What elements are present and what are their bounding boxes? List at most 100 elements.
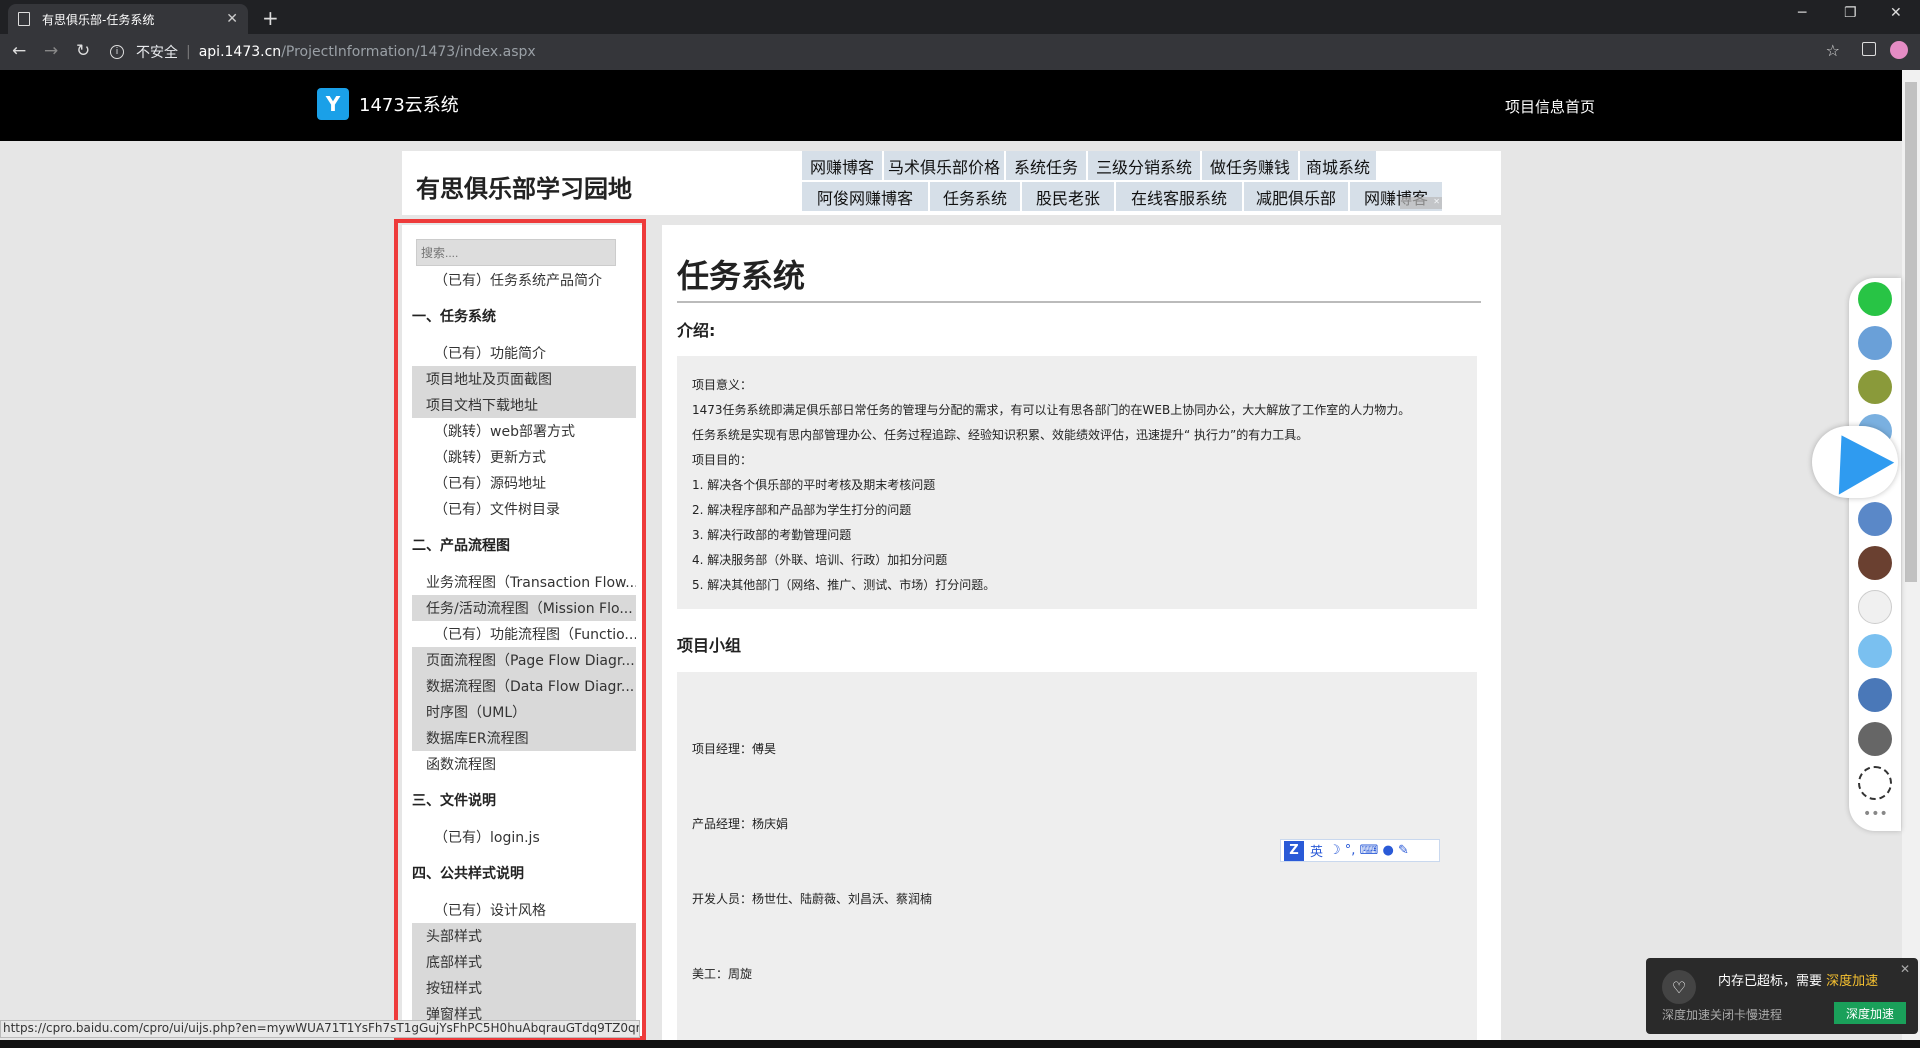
intro-line: 1473任务系统即满足俱乐部日常任务的管理与分配的需求，有可以让有思各部门的在W… (692, 403, 1411, 417)
ad-link[interactable]: 股民老张 (1022, 182, 1114, 211)
intro-line: 任务系统是实现有思内部管理办公、任务过程追踪、经验知识积累、效能绩效评估，迅速提… (692, 428, 1309, 442)
document-icon (18, 12, 30, 26)
maximize-button[interactable]: ❐ (1844, 5, 1857, 21)
team-heading: 项目小组 (677, 636, 742, 655)
sidebar-section-heading[interactable]: 一、任务系统 (412, 303, 636, 329)
sidebar-item[interactable]: （跳转）web部署方式 (412, 418, 636, 444)
url-path: /ProjectInformation/1473/index.aspx (281, 44, 536, 60)
sidebar-item[interactable]: 业务流程图（Transaction Flow... (412, 569, 636, 595)
search-input[interactable] (416, 239, 616, 266)
ime-logo-icon[interactable]: Z (1284, 840, 1304, 861)
sidebar-item[interactable]: 函数流程图 (412, 751, 636, 777)
shield-icon: ♡ (1662, 970, 1696, 1004)
memory-notification: ♡ 内存已超标，需要 深度加速 深度加速关闭卡慢进程 深度加速 ✕ (1646, 958, 1918, 1034)
sidebar-item[interactable]: 时序图（UML） (412, 699, 636, 725)
loading-icon (1858, 766, 1892, 800)
team-line: 产品经理：杨庆娟 (692, 817, 789, 831)
sidebar-item[interactable]: 项目文档下载地址 (412, 392, 636, 418)
address-bar[interactable]: i 不安全 | api.1473.cn /ProjectInformation/… (110, 38, 1830, 66)
avatar[interactable] (1858, 634, 1892, 668)
ad-link[interactable]: 网赚博客 (802, 151, 882, 180)
notification-subtext: 深度加速关闭卡慢进程 (1662, 1008, 1783, 1022)
browser-tab[interactable]: 有思俱乐部-任务系统 ✕ (8, 4, 248, 34)
sidebar-section-heading[interactable]: 二、产品流程图 (412, 532, 636, 558)
sidebar-item[interactable]: （已有）功能简介 (412, 340, 636, 366)
brand-name: 1473云系统 (359, 95, 459, 116)
sidebar-item[interactable]: （跳转）更新方式 (412, 444, 636, 470)
floating-contact-bar: ••• (1849, 278, 1901, 831)
sidebar-item[interactable]: 头部样式 (412, 923, 636, 949)
sidebar-item[interactable]: 页面流程图（Page Flow Diagr... (412, 647, 636, 673)
close-icon[interactable]: ✕ (1900, 962, 1910, 976)
sidebar-item[interactable]: 数据库ER流程图 (412, 725, 636, 751)
reload-icon[interactable]: ↻ (76, 41, 90, 61)
ad-link[interactable]: 阿俊网赚博客 (802, 182, 928, 211)
separator: | (186, 44, 191, 60)
ad-mark-icon[interactable]: ✕ (1400, 197, 1442, 209)
profile-avatar-icon[interactable] (1890, 41, 1908, 59)
site-header: Y 1473云系统 项目信息首页 (0, 70, 1902, 141)
sidebar-section-heading[interactable]: 三、文件说明 (412, 787, 636, 813)
page-scrollbar[interactable] (1902, 70, 1920, 1040)
browser-tab-bar: 有思俱乐部-任务系统 ✕ + ─ ❐ ✕ (0, 0, 1920, 34)
more-icon[interactable]: ••• (1863, 806, 1888, 822)
team-line: 项目经理：傅昊 (692, 742, 777, 756)
sidebar-section-heading[interactable]: 四、公共样式说明 (412, 860, 636, 886)
avatar[interactable] (1858, 370, 1892, 404)
ad-link[interactable]: 任务系统 (930, 182, 1020, 211)
ad-link[interactable]: 三级分销系统 (1088, 151, 1200, 180)
ad-link[interactable]: 减肥俱乐部 (1244, 182, 1348, 211)
ad-link[interactable]: 做任务赚钱 (1202, 151, 1298, 180)
ime-tool-icons[interactable]: ☽ °, ⌨ ● ✎ (1329, 843, 1409, 858)
divider (677, 301, 1481, 303)
sidebar-item[interactable]: （已有）任务系统产品简介 (412, 267, 636, 293)
ad-link[interactable]: 系统任务 (1006, 151, 1086, 180)
avatar[interactable] (1858, 590, 1892, 624)
intro-line: 2. 解决程序部和产品部为学生打分的问题 (692, 503, 912, 517)
ad-link[interactable]: 马术俱乐部价格 (884, 151, 1004, 180)
security-label: 不安全 (136, 45, 178, 61)
sidebar-item[interactable]: 任务/活动流程图（Mission Flo... (412, 595, 636, 621)
home-link[interactable]: 项目信息首页 (1505, 96, 1595, 117)
avatar[interactable] (1858, 502, 1892, 536)
avatar[interactable] (1858, 326, 1892, 360)
info-icon[interactable]: i (110, 45, 124, 59)
sidebar-item[interactable]: （已有）设计风格 (412, 897, 636, 923)
team-line: 开发人员：杨世仕、陆蔚薇、刘昌沃、蔡润楠 (692, 892, 933, 906)
ime-toolbar[interactable]: Z 英 ☽ °, ⌨ ● ✎ (1280, 839, 1440, 862)
avatar[interactable] (1858, 722, 1892, 756)
sidebar-item[interactable]: （已有）login.js (412, 824, 636, 850)
sidebar-item[interactable]: 数据流程图（Data Flow Diagr... (412, 673, 636, 699)
sidebar-item[interactable]: （已有）源码地址 (412, 470, 636, 496)
banner-title: 有思俱乐部学习园地 (416, 175, 632, 203)
brand-logo-icon: Y (317, 88, 349, 120)
url-host: api.1473.cn (198, 44, 282, 60)
ime-language-toggle[interactable]: 英 (1310, 841, 1323, 860)
minimize-button[interactable]: ─ (1798, 5, 1806, 21)
extension-icon[interactable] (1862, 42, 1876, 56)
sidebar-item[interactable]: （已有）文件树目录 (412, 496, 636, 522)
boost-button[interactable]: 深度加速 (1834, 1002, 1906, 1024)
sidebar-item[interactable]: （已有）功能流程图（Functio... (412, 621, 636, 647)
tab-close-icon[interactable]: ✕ (226, 11, 238, 27)
sidebar-item[interactable]: 项目地址及页面截图 (412, 366, 636, 392)
ad-link[interactable]: 商城系统 (1300, 151, 1376, 180)
notification-message: 内存已超标，需要 深度加速 (1718, 974, 1879, 989)
search-icon[interactable] (1858, 282, 1892, 316)
new-tab-button[interactable]: + (262, 6, 279, 30)
avatar[interactable] (1858, 546, 1892, 580)
close-window-button[interactable]: ✕ (1890, 5, 1902, 21)
status-url: https://cpro.baidu.com/cpro/ui/uijs.php?… (0, 1020, 640, 1038)
intro-line: 4. 解决服务部（外联、培训、行政）加扣分问题 (692, 553, 948, 567)
sidebar-item[interactable]: 底部样式 (412, 949, 636, 975)
forward-icon[interactable]: → (44, 41, 58, 61)
bookmark-star-icon[interactable]: ☆ (1826, 41, 1840, 60)
avatar[interactable] (1858, 678, 1892, 712)
intro-line: 5. 解决其他部门（网络、推广、测试、市场）打分问题。 (692, 578, 996, 592)
back-icon[interactable]: ← (12, 41, 26, 61)
brand[interactable]: Y 1473云系统 (317, 88, 459, 120)
sidebar-item[interactable]: 按钮样式 (412, 975, 636, 1001)
ad-link[interactable]: 在线客服系统 (1116, 182, 1242, 211)
intro-heading: 介绍: (677, 321, 716, 340)
scroll-thumb[interactable] (1905, 82, 1917, 582)
